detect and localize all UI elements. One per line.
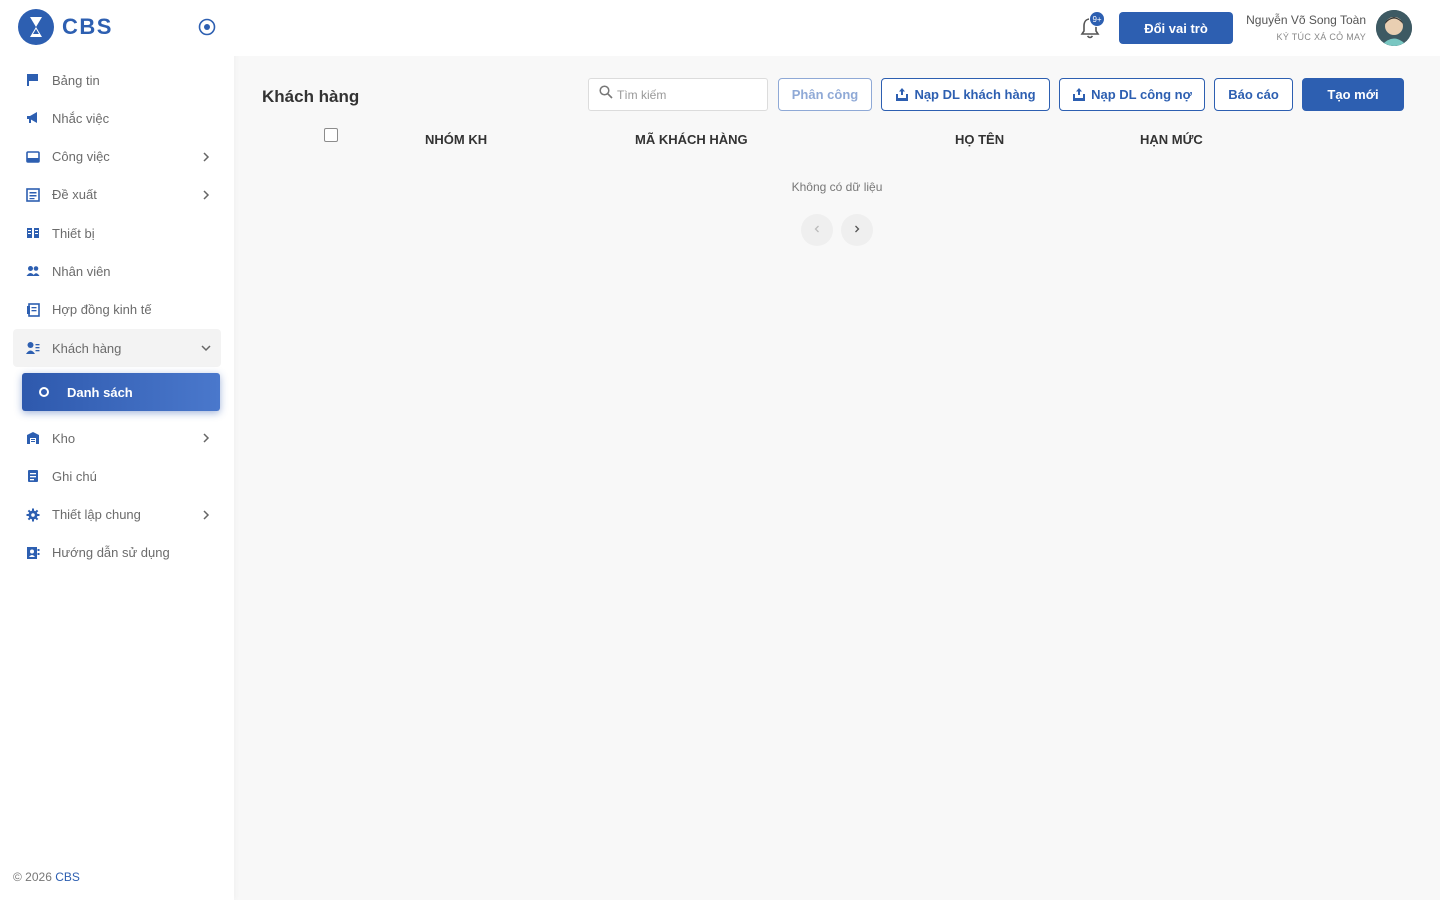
- chevron-right-icon: [199, 508, 213, 522]
- flag-icon: [26, 73, 40, 87]
- report-button[interactable]: Báo cáo: [1214, 78, 1293, 111]
- prev-page-button[interactable]: [801, 214, 833, 246]
- search-icon: [599, 85, 613, 104]
- gear-icon: [26, 508, 40, 522]
- contract-icon: [26, 302, 40, 317]
- customer-icon: [26, 341, 40, 355]
- import-customers-label: Nạp DL khách hàng: [914, 87, 1036, 102]
- sidebar-item-label: Hợp đồng kinh tế: [52, 302, 152, 318]
- import-customers-button[interactable]: Nạp DL khách hàng: [881, 78, 1050, 111]
- report-button-label: Báo cáo: [1228, 87, 1279, 102]
- top-header: 9+ Đổi vai trò Nguyễn Võ Song Toàn KÝ TÚ…: [234, 0, 1440, 56]
- upload-tray-icon: [1072, 88, 1086, 101]
- sidebar-item-label: Kho: [52, 430, 76, 446]
- sidebar-item-label: Bảng tin: [52, 72, 100, 88]
- circle-icon: [39, 387, 49, 398]
- sidebar-item-thiet-lap-chung[interactable]: Thiết lập chung: [13, 496, 221, 534]
- sidebar-item-label: Hướng dẫn sử dụng: [52, 545, 170, 561]
- sidebar-subitem-label: Danh sách: [67, 384, 133, 400]
- sidebar-item-cong-viec[interactable]: Công việc: [13, 138, 221, 176]
- assign-button-label: Phân công: [791, 87, 859, 102]
- sidebar-item-nhan-vien[interactable]: Nhân viên: [13, 252, 221, 290]
- page-title: Khách hàng: [262, 87, 360, 106]
- search-box[interactable]: [588, 78, 768, 111]
- import-debts-label: Nạp DL công nợ: [1091, 87, 1192, 102]
- chevron-down-icon: [199, 341, 213, 355]
- footer: © 2026 CBS: [13, 870, 80, 884]
- create-new-button[interactable]: Tạo mới: [1302, 78, 1404, 111]
- assign-button[interactable]: Phân công: [778, 78, 872, 111]
- brand[interactable]: CBS: [18, 8, 113, 46]
- logo-icon: [18, 9, 54, 45]
- user-name: Nguyễn Võ Song Toàn: [1246, 13, 1366, 27]
- megaphone-icon: [26, 111, 40, 125]
- sidebar-item-label: Khách hàng: [52, 340, 122, 356]
- sidebar-item-huong-dan[interactable]: Hướng dẫn sử dụng: [13, 534, 221, 572]
- sidebar-item-label: Ghi chú: [52, 468, 97, 484]
- chevron-right-icon: [199, 188, 213, 202]
- notification-badge: 9+: [1089, 11, 1105, 27]
- switch-role-button[interactable]: Đổi vai trò: [1119, 12, 1233, 44]
- sidebar-item-hop-dong[interactable]: Hợp đồng kinh tế: [13, 291, 221, 329]
- user-organization: KÝ TÚC XÁ CỎ MAY: [1276, 32, 1366, 42]
- brand-name: CBS: [62, 14, 113, 39]
- sidebar-item-de-xuat[interactable]: Đề xuất: [13, 176, 221, 214]
- sidebar-item-nhac-viec[interactable]: Nhắc việc: [13, 99, 221, 137]
- sidebar-item-label: Thiết lập chung: [52, 507, 141, 523]
- sidebar-item-label: Nhân viên: [52, 263, 111, 279]
- select-all-checkbox[interactable]: [324, 128, 338, 142]
- column-header-group[interactable]: NHÓM KH: [425, 132, 487, 147]
- avatar[interactable]: [1376, 10, 1412, 46]
- sidebar-subitem-danh-sach[interactable]: Danh sách: [22, 373, 220, 412]
- list-document-icon: [26, 188, 40, 202]
- sidebar-item-bang-tin[interactable]: Bảng tin: [13, 61, 221, 99]
- import-debts-button[interactable]: Nạp DL công nợ: [1059, 78, 1205, 111]
- column-header-limit[interactable]: HẠN MỨC: [1140, 132, 1203, 147]
- sidebar-item-label: Nhắc việc: [52, 110, 110, 126]
- chevron-left-icon: [812, 221, 822, 239]
- table-header: NHÓM KH MÃ KHÁCH HÀNG HỌ TÊN HẠN MỨC: [234, 122, 1440, 158]
- sidebar-item-thiet-bi[interactable]: Thiết bị: [13, 214, 221, 252]
- upload-tray-icon: [895, 88, 909, 101]
- warehouse-icon: [26, 431, 40, 445]
- search-input[interactable]: [617, 87, 757, 102]
- grid-book-icon: [26, 226, 40, 240]
- footer-brand[interactable]: CBS: [55, 870, 80, 884]
- sidebar-item-khach-hang[interactable]: Khách hàng: [13, 329, 221, 368]
- next-page-button[interactable]: [841, 214, 873, 246]
- empty-state-text: Không có dữ liệu: [791, 180, 883, 194]
- contact-book-icon: [26, 546, 40, 560]
- column-header-code[interactable]: MÃ KHÁCH HÀNG: [635, 132, 748, 147]
- chevron-right-icon: [852, 221, 862, 239]
- main-content: Khách hàng Phân công Nạp DL khách hàng N…: [234, 56, 1440, 900]
- sidebar-item-ghi-chu[interactable]: Ghi chú: [13, 457, 221, 495]
- sidebar-item-label: Công việc: [52, 149, 110, 165]
- create-new-label: Tạo mới: [1327, 87, 1379, 102]
- app: CBS Bảng tin Nhắc việc Công việc Đề xuất…: [0, 0, 1440, 900]
- sidebar: CBS Bảng tin Nhắc việc Công việc Đề xuất…: [0, 0, 234, 900]
- chevron-right-icon: [199, 150, 213, 164]
- footer-copyright: © 2026: [13, 870, 52, 884]
- note-icon: [26, 469, 40, 483]
- sidebar-menu: Bảng tin Nhắc việc Công việc Đề xuất Thi…: [13, 61, 221, 572]
- people-icon: [26, 264, 40, 278]
- sidebar-toggle-icon[interactable]: [197, 17, 217, 37]
- column-header-name[interactable]: HỌ TÊN: [955, 132, 1004, 147]
- chevron-right-icon: [199, 431, 213, 445]
- sidebar-item-label: Đề xuất: [52, 187, 97, 203]
- sidebar-item-label: Thiết bị: [52, 225, 95, 241]
- sidebar-item-kho[interactable]: Kho: [13, 419, 221, 457]
- tray-icon: [26, 150, 40, 164]
